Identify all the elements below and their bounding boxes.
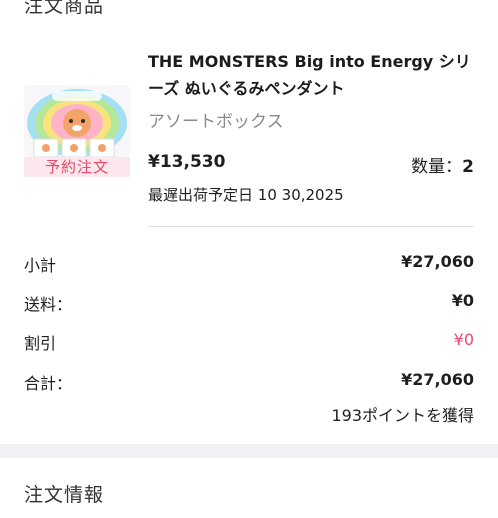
product-name[interactable]: THE MONSTERS Big into Energy シリーズ ぬいぐるみペ… [148,48,478,102]
shipping-fee-label: 送料： [24,295,73,314]
order-items-title: 注文商品 [24,0,105,17]
quantity-value: 2 [462,157,474,177]
total-value: ¥27,060 [401,370,474,389]
total-label: 合計： [24,374,73,393]
product-variant: アソートボックス [148,112,284,132]
order-info-card: 注文情報 [0,458,498,518]
quantity-label: 数量： [411,157,463,177]
divider [148,226,474,227]
subtotal-row: 小計 ¥27,060 [24,252,474,276]
subtotal-value: ¥27,060 [401,252,474,271]
discount-label: 割引 [24,334,57,353]
product-illustration [27,89,127,157]
product-quantity: 数量：2 [411,152,474,177]
subtotal-label: 小計 [24,256,57,275]
discount-value: ¥0 [453,330,474,349]
preorder-badge: 予約注文 [24,157,130,177]
shipping-date: 最遅出荷予定日 10 30,2025 [148,184,344,205]
product-image[interactable] [24,85,130,157]
total-row: 合計： ¥27,060 [24,370,474,394]
points-earned: 193ポイントを獲得 [331,406,474,425]
shipping-date-value: 10 30,2025 [257,186,344,204]
product-price: ¥13,530 [148,152,226,172]
order-info-title: 注文情報 [24,484,105,506]
shipping-fee-value: ¥0 [451,291,474,310]
discount-row: 割引 ¥0 [24,330,474,354]
shipping-date-label: 最遅出荷予定日 [148,186,254,204]
shipping-fee-row: 送料： ¥0 [24,291,474,315]
